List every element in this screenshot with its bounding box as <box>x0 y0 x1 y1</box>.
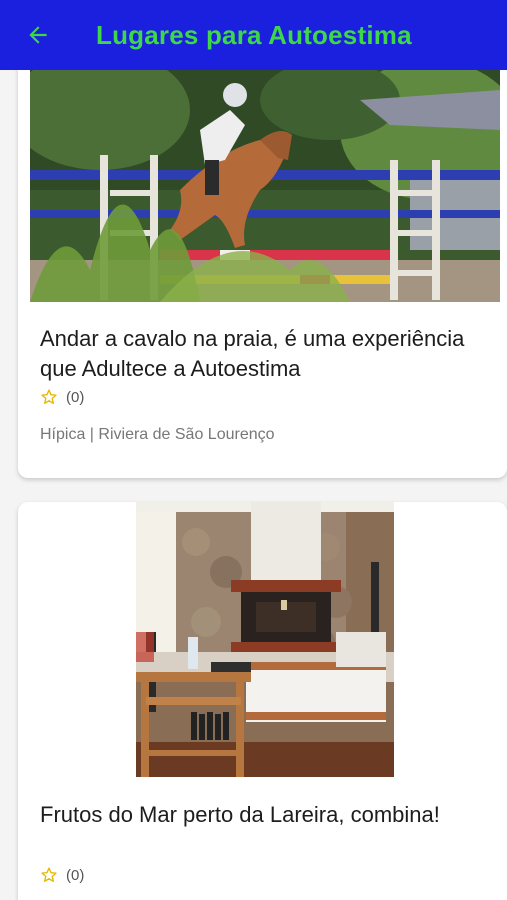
back-button[interactable] <box>16 13 60 57</box>
place-title[interactable]: Frutos do Mar perto da Lareira, combina! <box>40 800 495 830</box>
rating-count: (0) <box>66 866 85 884</box>
app-bar: Lugares para Autoestima <box>0 0 507 70</box>
place-card[interactable]: Frutos do Mar perto da Lareira, combina!… <box>18 502 507 900</box>
places-feed[interactable]: Andar a cavalo na praia, é uma experiênc… <box>0 70 507 900</box>
rating[interactable]: (0) <box>40 866 84 884</box>
star-outline-icon <box>40 388 58 406</box>
place-title[interactable]: Andar a cavalo na praia, é uma experiênc… <box>40 324 495 384</box>
arrow-left-icon <box>29 26 47 44</box>
fireplace-lounge-photo[interactable] <box>136 502 394 777</box>
rating-count: (0) <box>66 388 85 406</box>
rating[interactable]: (0) <box>40 388 84 406</box>
horse-jumping-photo[interactable] <box>30 70 500 302</box>
place-meta: Hípica | Riviera de São Lourenço <box>40 426 275 443</box>
star-outline-icon <box>40 866 58 884</box>
place-card[interactable]: Andar a cavalo na praia, é uma experiênc… <box>18 70 507 478</box>
page-title: Lugares para Autoestima <box>96 19 412 50</box>
